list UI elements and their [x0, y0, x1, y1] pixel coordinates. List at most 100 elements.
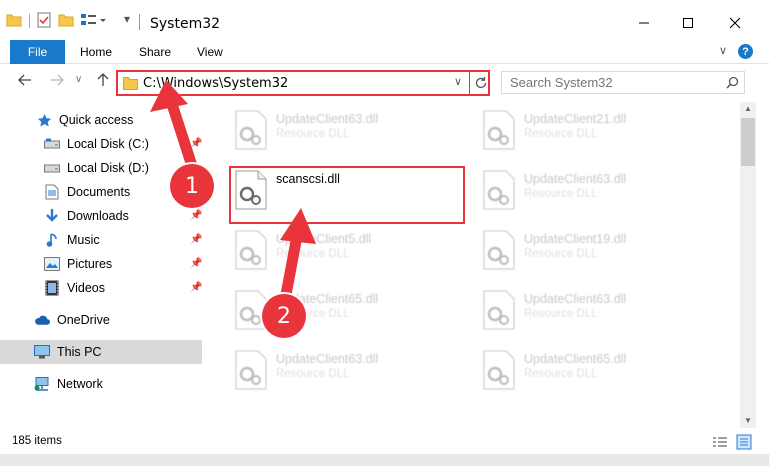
file-item[interactable]: UpdateClient63.dll Resource DLL: [478, 286, 713, 336]
network-icon: [34, 376, 50, 392]
close-button[interactable]: [717, 10, 753, 36]
pin-icon[interactable]: 📌: [190, 282, 202, 293]
forward-arrow-icon: [51, 74, 64, 86]
sidebar-item-local-disk-d[interactable]: Local Disk (D:): [44, 156, 149, 180]
title-separator: [139, 14, 140, 30]
close-icon: [729, 17, 741, 29]
tab-home[interactable]: Home: [80, 45, 112, 59]
file-name: UpdateClient65.dll: [524, 352, 627, 366]
dll-file-icon: [235, 230, 267, 270]
file-item[interactable]: UpdateClient63.dll Resource DLL: [478, 166, 713, 216]
large-icons-view-icon[interactable]: [736, 434, 752, 450]
new-folder-icon[interactable]: [58, 12, 74, 30]
minimize-icon: [639, 22, 649, 24]
sidebar-item-pictures[interactable]: Pictures: [44, 252, 112, 276]
sidebar-item-local-disk-c[interactable]: Local Disk (C:): [44, 132, 149, 156]
details-view-icon[interactable]: [712, 436, 728, 448]
highlight-box: [229, 166, 465, 224]
documents-icon: [44, 184, 60, 200]
expand-ribbon-icon[interactable]: ∨: [719, 44, 727, 57]
sidebar-item-quick-access[interactable]: Quick access: [36, 108, 133, 132]
maximize-button[interactable]: [670, 10, 706, 36]
file-item[interactable]: UpdateClient65.dll Resource DLL: [478, 346, 713, 396]
search-input[interactable]: [510, 75, 710, 90]
sidebar-item-label: Local Disk (C:): [67, 137, 149, 151]
window-title: System32: [150, 16, 221, 32]
sidebar-item-documents[interactable]: Documents: [44, 180, 130, 204]
downloads-icon: [44, 208, 60, 224]
customize-quick-access-icon[interactable]: ▾: [124, 12, 130, 30]
tab-view[interactable]: View: [197, 45, 223, 59]
sidebar-item-downloads[interactable]: Downloads: [44, 204, 129, 228]
star-icon: [36, 112, 52, 128]
file-name: UpdateClient19.dll: [524, 232, 627, 246]
step-2-badge: 2: [262, 294, 306, 338]
file-name: UpdateClient63.dll: [276, 112, 379, 126]
sidebar-item-label: Videos: [67, 281, 105, 295]
drive-icon: [44, 160, 60, 176]
tab-share[interactable]: Share: [139, 45, 171, 59]
file-item[interactable]: UpdateClient63.dll Resource DLL: [230, 106, 465, 156]
pin-icon[interactable]: 📌: [190, 138, 202, 149]
vertical-scrollbar[interactable]: ▲ ▼: [740, 102, 756, 428]
properties-icon[interactable]: [36, 12, 52, 30]
status-bar: 185 items: [0, 428, 769, 454]
pin-icon[interactable]: 📌: [190, 258, 202, 269]
title-bar: ▾ System32: [0, 0, 769, 40]
drive-icon: [44, 136, 60, 152]
back-button[interactable]: [18, 73, 32, 91]
file-name: UpdateClient5.dll: [276, 232, 372, 246]
file-name: UpdateClient63.dll: [276, 352, 379, 366]
folder-icon: [123, 77, 138, 90]
search-icon[interactable]: [726, 76, 739, 89]
refresh-icon[interactable]: [474, 76, 488, 90]
sidebar-item-network[interactable]: Network: [34, 372, 103, 396]
dll-file-icon: [483, 110, 515, 150]
forward-button[interactable]: [50, 73, 64, 91]
computer-icon: [34, 344, 50, 360]
file-item[interactable]: UpdateClient5.dll Resource DLL: [230, 226, 465, 276]
sidebar-item-onedrive[interactable]: OneDrive: [34, 308, 110, 332]
sidebar-item-label: This PC: [57, 345, 102, 359]
sidebar-item-label: Documents: [67, 185, 131, 199]
view-options-icon[interactable]: [80, 12, 110, 30]
item-count: 185 items: [12, 435, 62, 447]
file-name: UpdateClient21.dll: [524, 112, 627, 126]
file-item[interactable]: UpdateClient21.dll Resource DLL: [478, 106, 713, 156]
step-1-badge: 1: [170, 164, 214, 208]
qa-separator: [29, 14, 30, 28]
minimize-button[interactable]: [626, 10, 662, 36]
scroll-down-icon[interactable]: ▼: [744, 416, 752, 425]
file-type: Resource DLL: [276, 368, 350, 380]
file-item[interactable]: UpdateClient63.dll Resource DLL: [230, 346, 465, 396]
help-icon[interactable]: ?: [738, 44, 753, 59]
file-item[interactable]: UpdateClient19.dll Resource DLL: [478, 226, 713, 276]
dll-file-icon: [235, 350, 267, 390]
search-box[interactable]: [501, 71, 745, 94]
file-type: Resource DLL: [276, 248, 350, 260]
videos-icon: [44, 280, 60, 296]
dll-file-icon: [483, 350, 515, 390]
file-list: UpdateClient63.dll Resource DLL UpdateCl…: [210, 102, 740, 428]
sidebar-item-this-pc[interactable]: This PC: [34, 340, 101, 364]
pin-icon[interactable]: 📌: [190, 210, 202, 221]
file-type: Resource DLL: [524, 308, 598, 320]
file-name: UpdateClient63.dll: [524, 292, 627, 306]
sidebar-item-videos[interactable]: Videos: [44, 276, 105, 300]
scroll-thumb[interactable]: [741, 118, 755, 166]
file-type: Resource DLL: [524, 248, 598, 260]
sidebar-item-music[interactable]: Music: [44, 228, 100, 252]
ribbon-tabs: File Home Share View ∨ ?: [0, 40, 769, 64]
pictures-icon: [44, 256, 60, 272]
scroll-up-icon[interactable]: ▲: [744, 104, 752, 113]
up-arrow-icon: [97, 73, 109, 86]
up-button[interactable]: [96, 73, 110, 91]
dll-file-icon: [235, 110, 267, 150]
tab-file[interactable]: File: [10, 40, 65, 64]
address-dropdown-icon[interactable]: ∨: [454, 75, 462, 88]
sidebar-item-label: OneDrive: [57, 313, 110, 327]
file-type: Resource DLL: [524, 188, 598, 200]
address-bar[interactable]: C:\Windows\System32 ∨: [116, 70, 490, 96]
pin-icon[interactable]: 📌: [190, 234, 202, 245]
recent-locations-icon[interactable]: ∨: [75, 74, 82, 85]
